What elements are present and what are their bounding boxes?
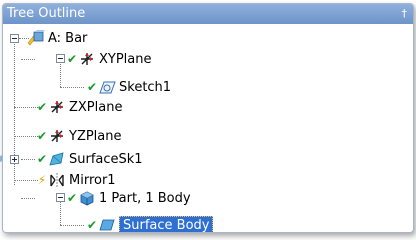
tree-line: [21, 198, 35, 199]
check-icon: ✔: [87, 218, 98, 232]
tree-line: [60, 59, 61, 87]
tree-line: [60, 87, 84, 88]
pin-icon[interactable]: †: [402, 4, 408, 24]
tree-line: [60, 198, 61, 225]
tree-item-label: Sketch1: [119, 79, 172, 95]
tree-item-part[interactable]: ✔ 1 Part, 1 Body: [67, 188, 191, 208]
plane-icon: [48, 128, 66, 144]
root-model-icon: [27, 30, 45, 46]
tree-item-surfacesk1[interactable]: ✔ SurfaceSk1: [37, 149, 143, 169]
tree-item-zxplane[interactable]: ✔ ZXPlane: [37, 97, 122, 117]
panel-titlebar: Tree Outline †: [3, 4, 413, 24]
part-icon: [78, 190, 96, 206]
check-icon: ✔: [37, 100, 48, 114]
plane-icon: [48, 99, 66, 115]
tree-item-label: ZXPlane: [69, 99, 123, 115]
tree-item-label: Mirror1: [69, 172, 116, 188]
tree-line: [21, 159, 35, 160]
check-icon: ✔: [67, 52, 78, 66]
panel-title: Tree Outline: [7, 6, 86, 21]
tree-item-surface-body[interactable]: ✔ Surface Body: [87, 215, 214, 232]
expand-collapse-toggle[interactable]: [10, 34, 19, 43]
tree-item-mirror1[interactable]: ⚡ Mirror1: [37, 170, 116, 190]
tree-line: [14, 107, 38, 108]
tree-item-label: 1 Part, 1 Body: [99, 190, 191, 206]
tree-line: [60, 225, 84, 226]
tree-line: [14, 136, 38, 137]
check-icon: ✔: [87, 80, 98, 94]
check-icon: ✔: [67, 191, 78, 205]
tree-item-xyplane[interactable]: ✔ XYPlane: [67, 49, 152, 69]
tree-item-label: YZPlane: [69, 128, 122, 144]
expand-collapse-toggle[interactable]: [10, 155, 19, 164]
tree-item-yzplane[interactable]: ✔ YZPlane: [37, 126, 122, 146]
tree-item-label: A: Bar: [48, 30, 88, 46]
tree-item-root[interactable]: A: Bar: [27, 28, 87, 48]
surface-sketch-icon: [48, 151, 66, 167]
sketch-icon: [98, 79, 116, 95]
tree-line: [21, 59, 35, 60]
tree-item-label: SurfaceSk1: [69, 151, 143, 167]
tree-item-sketch1[interactable]: ✔ Sketch1: [87, 77, 171, 97]
tree-line: [14, 180, 38, 181]
surface-body-icon: [98, 217, 116, 232]
lightning-icon: ⚡: [37, 173, 47, 187]
expand-collapse-toggle[interactable]: [56, 54, 65, 63]
tree-outline-panel: Tree Outline † A: Bar ✔ XYPlane ✔ Sketch…: [2, 3, 414, 233]
expand-collapse-toggle[interactable]: [56, 193, 65, 202]
tree-view: A: Bar ✔ XYPlane ✔ Sketch1 ✔ ZXPlane ✔ Y…: [3, 24, 413, 232]
selected-item-label: Surface Body: [119, 215, 214, 232]
check-icon: ✔: [37, 152, 48, 166]
check-icon: ✔: [37, 129, 48, 143]
mirror-icon: [48, 172, 66, 188]
tree-item-label: XYPlane: [99, 51, 152, 67]
plane-icon: [78, 51, 96, 67]
